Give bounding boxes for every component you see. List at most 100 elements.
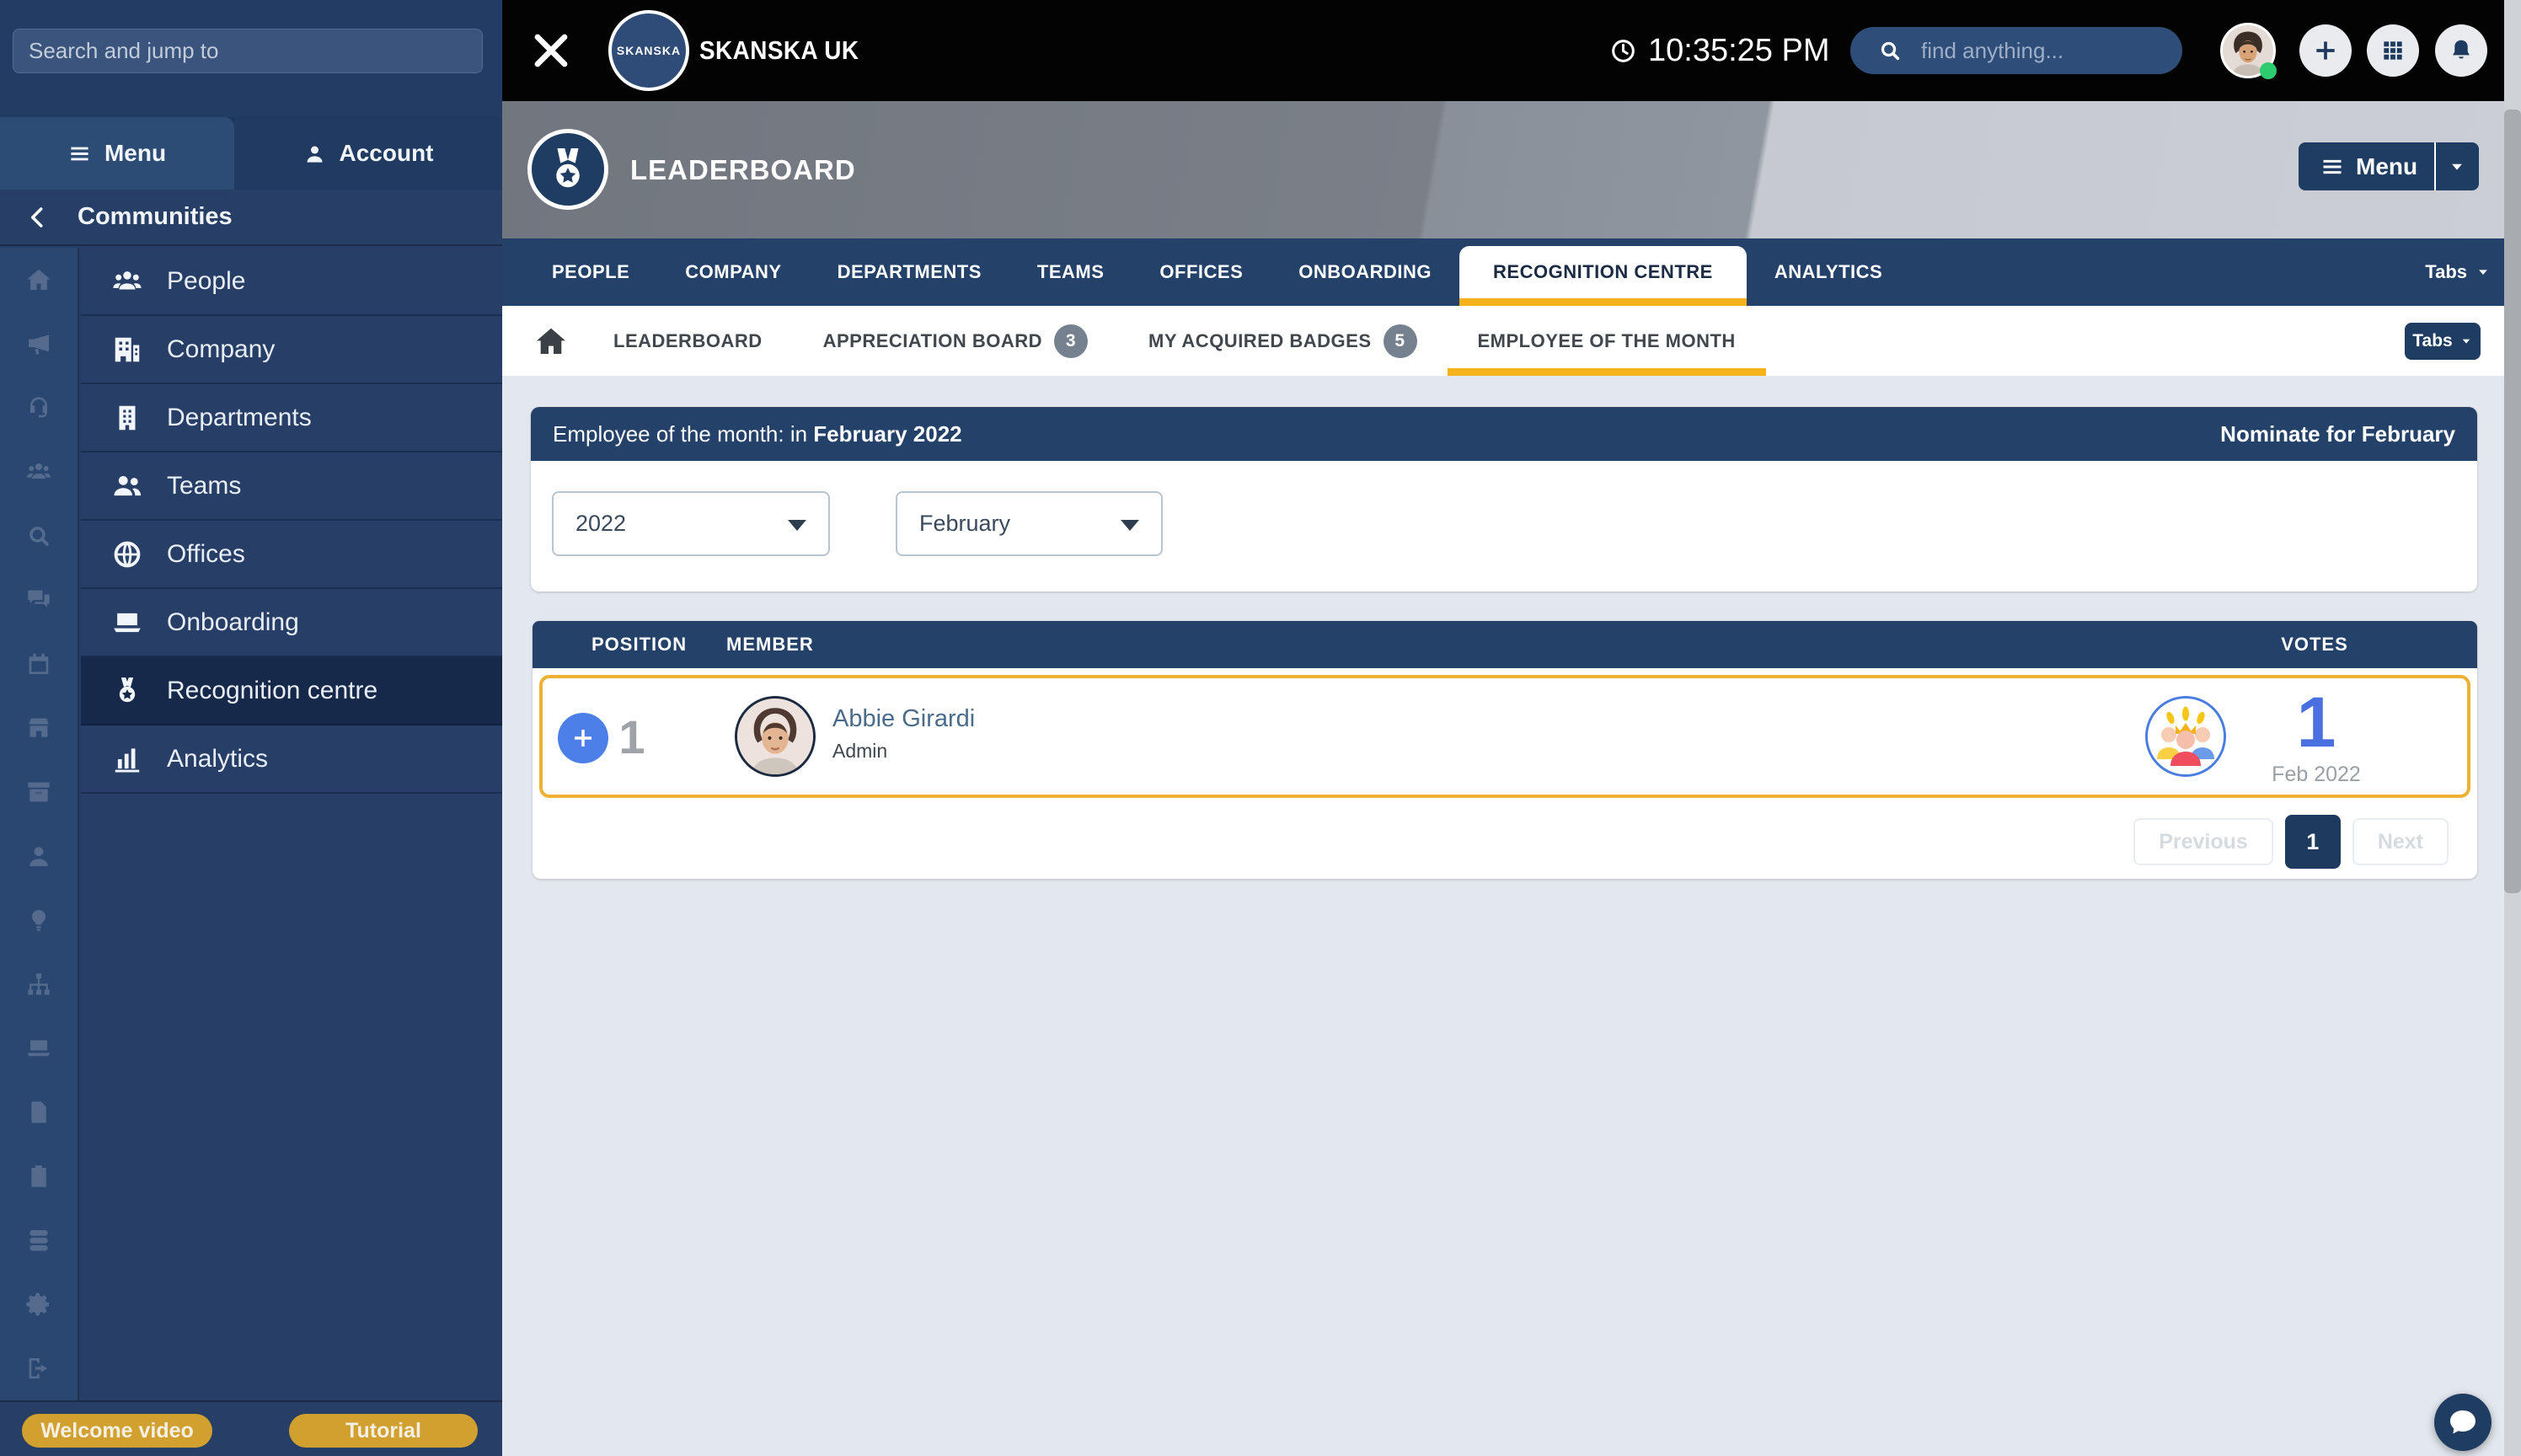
rail-item-forms[interactable] [0,1144,78,1208]
sidebar-item-label: Teams [167,471,242,500]
welcome-video-button[interactable]: Welcome video [22,1414,212,1448]
main-content: Employee of the month: in February 2022 … [502,376,2521,1456]
company-logo[interactable]: SKANSKA [608,10,689,91]
subtab-leaderboard[interactable]: LEADERBOARD [583,306,793,376]
rail-item-calendar[interactable] [0,632,78,696]
online-status-dot [2260,62,2277,79]
header-menu-button[interactable]: Menu [2299,142,2479,190]
user-icon [303,142,326,165]
clock-time: 10:35:25 PM [1648,32,1830,68]
people-icon [111,265,143,297]
rail-item-support[interactable] [0,376,78,440]
user-icon [25,843,52,870]
sidebar-item-people[interactable]: People [81,248,502,316]
employee-of-month-title: Employee of the month: in February 2022 [553,421,962,447]
subtab-appreciation-board[interactable]: APPRECIATION BOARD 3 [793,306,1118,376]
subtab-home[interactable] [519,306,583,376]
nominate-link[interactable]: Nominate for February [2220,421,2455,447]
tutorial-button[interactable]: Tutorial [289,1414,478,1448]
member-name-link[interactable]: Abbie Girardi [832,705,975,733]
chat-bubble-icon [2448,1407,2478,1437]
rail-item-data[interactable] [0,1208,78,1272]
year-select[interactable]: 2022 [552,491,830,556]
search-icon[interactable] [1877,38,1903,63]
sidebar-item-label: Onboarding [167,608,299,636]
tab-company[interactable]: COMPANY [657,238,809,306]
votes-cell: 1 Feb 2022 [2245,683,2388,787]
global-search-input[interactable] [1921,27,2203,74]
subtab-employee-of-the-month[interactable]: EMPLOYEE OF THE MONTH [1447,306,1767,376]
close-icon[interactable] [531,30,571,71]
column-header-member: MEMBER [726,634,814,655]
tab-analytics[interactable]: ANALYTICS [1747,238,1910,306]
sidebar-item-label: People [167,266,246,295]
sidebar-item-recognition-centre[interactable]: Recognition centre [81,657,502,725]
headset-icon [25,394,52,421]
rail-item-announcements[interactable] [0,312,78,376]
bulb-icon [25,907,52,934]
page-title: LEADERBOARD [630,153,856,185]
previous-page-button[interactable]: Previous [2133,818,2273,865]
employee-of-month-card: Employee of the month: in February 2022 … [531,407,2477,592]
chevron-left-icon[interactable] [25,205,51,230]
rail-item-messages[interactable] [0,568,78,632]
apps-grid-button[interactable] [2367,24,2419,77]
rail-item-orgchart[interactable] [0,952,78,1016]
rail-item-communities[interactable] [0,440,78,504]
tab-departments[interactable]: DEPARTMENTS [810,238,1009,306]
current-page-button[interactable]: 1 [2284,815,2341,869]
sidebar-item-analytics[interactable]: Analytics [81,725,502,794]
sidebar-item-company[interactable]: Company [81,316,502,384]
sidebar-tab-menu[interactable]: Menu [0,117,234,190]
tab-people[interactable]: PEOPLE [524,238,657,306]
sidebar-tab-account[interactable]: Account [234,117,502,190]
sub-tabs-dropdown[interactable]: Tabs [2405,322,2481,360]
tab-onboarding[interactable]: ONBOARDING [1271,238,1459,306]
sidebar: Menu Account Communities [0,0,502,1456]
subtab-label: MY ACQUIRED BADGES [1148,329,1372,351]
caret-down-icon[interactable] [2448,158,2466,176]
sidebar-item-departments[interactable]: Departments [81,384,502,452]
scrollbar-thumb[interactable] [2504,110,2521,893]
position-value: 1 [618,709,645,763]
rail-item-documents[interactable] [0,1080,78,1144]
expand-row-button[interactable] [558,713,608,763]
gear-icon [25,1291,52,1318]
sidebar-item-label: Departments [167,403,312,431]
rail-item-profile[interactable] [0,824,78,888]
sidebar-item-offices[interactable]: Offices [81,521,502,589]
rail-item-logout[interactable] [0,1336,78,1400]
sidebar-item-onboarding[interactable]: Onboarding [81,589,502,657]
member-avatar[interactable] [735,696,816,777]
rail-item-archive[interactable] [0,760,78,824]
sidebar-tab-account-label: Account [339,140,434,166]
tab-offices[interactable]: OFFICES [1132,238,1271,306]
sidebar-item-teams[interactable]: Teams [81,452,502,521]
sitemap-icon [25,971,52,998]
rail-item-home[interactable] [0,248,78,312]
table-body: 1 Abbie Girardi Admin 1 Feb 2022 [533,668,2477,805]
main-tab-bar: PEOPLE COMPANY DEPARTMENTS TEAMS OFFICES… [502,238,2521,306]
next-page-button[interactable]: Next [2352,818,2449,865]
divider [2434,142,2437,190]
notifications-button[interactable] [2435,24,2487,77]
sidebar-search-input[interactable] [13,29,483,73]
page-scrollbar[interactable] [2504,0,2521,1456]
tab-recognition-centre[interactable]: RECOGNITION CENTRE [1459,246,1747,306]
laptop-icon [25,1035,52,1062]
section-title: Communities [78,203,233,230]
main-tabs-dropdown[interactable]: Tabs [2395,238,2521,306]
rail-item-store[interactable] [0,696,78,760]
add-button[interactable] [2299,24,2352,77]
rail-item-search[interactable] [0,504,78,568]
rail-item-ideas[interactable] [0,888,78,952]
tab-teams[interactable]: TEAMS [1009,238,1132,306]
laptop-icon [111,607,143,639]
chat-widget-button[interactable] [2434,1394,2492,1451]
month-select[interactable]: February [896,491,1163,556]
rail-item-elearning[interactable] [0,1016,78,1080]
caret-down-icon [2459,335,2473,348]
subtab-my-acquired-badges[interactable]: MY ACQUIRED BADGES 5 [1118,306,1447,376]
rail-item-settings[interactable] [0,1272,78,1336]
table-row[interactable]: 1 Abbie Girardi Admin 1 Feb 2022 [539,675,2470,798]
